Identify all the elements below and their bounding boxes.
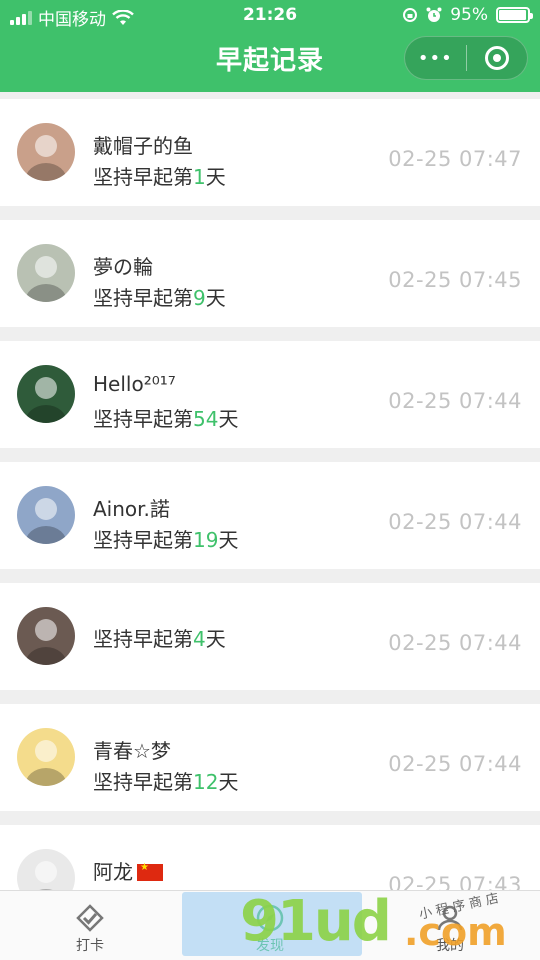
user-name: Hello²⁰¹⁷ xyxy=(93,372,176,396)
tab-label: 打卡 xyxy=(76,938,104,954)
streak-days: 12 xyxy=(193,770,219,794)
streak-text: 坚持早起第1天 xyxy=(93,165,226,189)
user-name: 青春☆梦 xyxy=(93,739,171,763)
checkin-time: 02-25 07:44 xyxy=(388,510,522,534)
record-item[interactable]: 坚持早起第4天 02-25 07:44 xyxy=(0,583,540,690)
streak-days: 9 xyxy=(193,286,206,310)
status-bar: 中国移动 21:26 95% xyxy=(0,0,540,32)
avatar xyxy=(17,365,75,423)
record-item[interactable]: 青春☆梦坚持早起第12天 02-25 07:44 xyxy=(0,704,540,811)
orientation-lock-icon xyxy=(403,8,418,22)
target-icon xyxy=(484,46,509,70)
record-item[interactable]: Hello²⁰¹⁷ 坚持早起第54天 02-25 07:44 xyxy=(0,341,540,448)
checkin-time: 02-25 07:44 xyxy=(388,631,522,655)
avatar xyxy=(17,607,75,665)
user-name: Ainor.諾 xyxy=(93,497,170,521)
streak-text: 坚持早起第19天 xyxy=(93,528,239,552)
avatar xyxy=(17,486,75,544)
tab-checkin[interactable]: 打卡 xyxy=(0,891,180,960)
alarm-icon xyxy=(426,7,442,22)
streak-text: 坚持早起第9天 xyxy=(93,286,226,310)
close-miniprogram-button[interactable] xyxy=(466,46,527,70)
user-name: 戴帽子的鱼 xyxy=(93,134,193,158)
streak-days: 1 xyxy=(193,165,206,189)
avatar xyxy=(17,728,75,786)
streak-text: 坚持早起第54天 xyxy=(93,407,239,431)
avatar xyxy=(17,123,75,181)
battery-icon xyxy=(496,7,533,23)
watermark-brand: 91ud xyxy=(240,889,392,954)
streak-days: 19 xyxy=(193,528,219,552)
streak-days: 54 xyxy=(193,407,219,431)
more-button[interactable]: ••• xyxy=(405,48,466,69)
record-item[interactable]: Ainor.諾坚持早起第19天 02-25 07:44 xyxy=(0,462,540,569)
checkin-time: 02-25 07:47 xyxy=(388,147,522,171)
record-item[interactable]: 夢の輪坚持早起第9天 02-25 07:45 xyxy=(0,220,540,327)
checkin-icon xyxy=(76,904,104,932)
checkin-time: 02-25 07:44 xyxy=(388,389,522,413)
user-name: 夢の輪 xyxy=(93,255,153,279)
battery-percent: 95% xyxy=(450,5,488,25)
streak-text: 坚持早起第4天 xyxy=(93,627,226,651)
checkin-time: 02-25 07:45 xyxy=(388,268,522,292)
user-name: 阿龙 xyxy=(93,856,163,885)
avatar xyxy=(17,244,75,302)
record-item[interactable]: 戴帽子的鱼坚持早起第1天 02-25 07:47 xyxy=(0,99,540,206)
streak-days: 4 xyxy=(193,627,206,651)
nav-header: 中国移动 21:26 95% 早起记录 ••• xyxy=(0,0,540,92)
checkin-time: 02-25 07:44 xyxy=(388,752,522,776)
streak-text: 坚持早起第12天 xyxy=(93,770,239,794)
china-flag-icon xyxy=(137,862,163,881)
capsule-menu: ••• xyxy=(404,36,528,80)
